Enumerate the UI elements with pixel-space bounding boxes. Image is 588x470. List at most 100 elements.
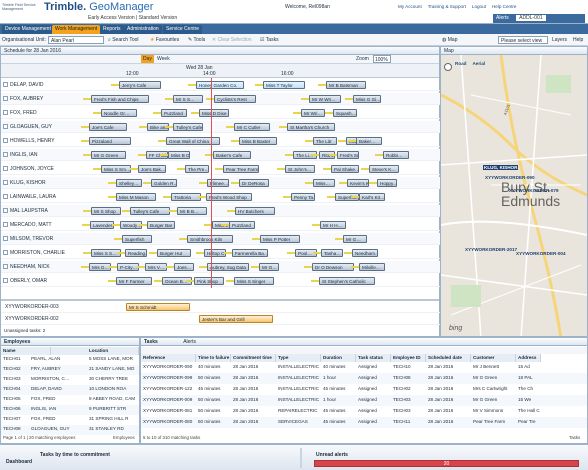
map-compass-icon[interactable] [444, 63, 452, 71]
row-checkbox[interactable] [3, 152, 8, 157]
job-block[interactable]: Hoppy… [377, 179, 397, 187]
job-block[interactable]: Pink Shop [194, 277, 224, 285]
task-col-header[interactable]: Type [276, 354, 321, 362]
job-block[interactable]: Mr Wri… [301, 109, 325, 117]
map-tab-aerial[interactable]: Aerial [472, 61, 485, 66]
job-block[interactable]: Miss… [313, 179, 335, 187]
tab-service-centre[interactable]: Service Centre [163, 25, 203, 34]
job-block[interactable]: Mr W Wri… [309, 95, 341, 103]
job-block[interactable]: Farmerella Ba… [232, 249, 268, 257]
job-block[interactable]: Steve's K… [369, 165, 399, 173]
schedule-row[interactable]: MAL LAUPSTRA Mr S Shop Tulley's Cafe Mr B B… [1, 205, 441, 217]
schedule-row[interactable]: FOX, FRED Noodle Gr… Puzzland Miss D Dixe Mr… [1, 107, 441, 119]
search-tool-button[interactable]: ⌕ Search Tool [108, 36, 139, 44]
employee-row[interactable]: TECH01 PEARL, ALAN 5 MOSS LANE, MOR [1, 355, 139, 365]
job-block[interactable]: Pal Shake… [331, 165, 359, 173]
day-button[interactable]: Day [141, 55, 154, 63]
schedule-row[interactable]: NEEDHAM, NICK Mrs G… P-City… Mrs V… Joes… Aub… [1, 261, 441, 273]
job-block[interactable]: Joe's Bak… [138, 165, 166, 173]
row-checkbox[interactable] [3, 194, 8, 199]
employee-row[interactable]: TECH06 INGLIS, IAN 9 PURBRITT STR [1, 405, 139, 415]
tools-button[interactable]: ✎ Tools [188, 36, 205, 44]
task-row[interactable]: XYYWORKORDER-080 50 minutes 28 Jan 2016 SER… [141, 417, 587, 428]
unassigned-row[interactable]: XYYWORKORDER-002 Jester's Bar and Grill [1, 313, 441, 325]
row-checkbox[interactable] [3, 124, 8, 129]
job-block[interactable]: Karl's Kit… [359, 193, 385, 201]
job-block[interactable]: Trattoria [171, 193, 201, 201]
job-block[interactable]: Joe's Cafe [89, 123, 127, 131]
job-block[interactable]: Golden R… [151, 179, 177, 187]
job-block[interactable]: Lavender… [90, 221, 114, 229]
task-row[interactable]: XYYWORKORDER-009 50 minutes 28 Jan 2016 INS… [141, 395, 587, 406]
task-col-header[interactable]: Duration [321, 354, 356, 362]
job-block[interactable]: Kevin's K… [347, 179, 369, 187]
job-block[interactable]: Penny Ta… [291, 193, 315, 201]
job-block[interactable]: Needham… [352, 249, 378, 257]
map-marker-task[interactable]: XYYWORKORDER-090 [485, 175, 535, 180]
job-block[interactable]: Fred's Sn… [337, 151, 359, 159]
job-block[interactable]: St Stephen's Catholic [319, 277, 375, 285]
job-block[interactable]: Pear Tree Farm [223, 165, 259, 173]
clear-selection-button[interactable]: ✕ Clear Selection [212, 36, 252, 44]
layers-button[interactable]: Layers [552, 36, 567, 44]
job-block[interactable]: Mr S S… [173, 95, 203, 103]
schedule-row[interactable]: LAINWAILE, LAURA Miss M Mason Trattoria Fre… [1, 191, 441, 203]
job-block[interactable]: Miss D Dixe [199, 109, 229, 117]
job-block[interactable]: Mr B B… [177, 207, 207, 215]
job-block[interactable]: HV Butchers [235, 207, 275, 215]
row-checkbox[interactable] [3, 208, 8, 213]
job-block[interactable]: Mr B Batsman [326, 81, 366, 89]
job-block[interactable]: Miss T Taylor [263, 81, 305, 89]
row-checkbox[interactable] [3, 264, 8, 269]
unassigned-job[interactable]: Jester's Bar and Grill [199, 315, 273, 323]
job-block[interactable]: Fred's Wood Shop [206, 193, 252, 201]
job-block[interactable]: Mr H H… [320, 221, 346, 229]
job-block[interactable]: Miss B Baxter [239, 137, 277, 145]
emp-col-location[interactable]: Location [51, 347, 139, 355]
task-row[interactable]: XYYWORKORDER-090 40 minutes 28 Jan 2016 INS… [141, 362, 587, 373]
job-block[interactable]: The Pre… [185, 165, 209, 173]
schedule-row[interactable]: OBERLY, OMAR Mr F Farmer Ocean B… Pink Shop… [1, 275, 441, 287]
map-marker-employee[interactable]: KLUG, KISHOR [483, 165, 519, 170]
task-col-header[interactable]: Employee ID [391, 354, 426, 362]
job-block[interactable]: Noodle Gr… [101, 109, 137, 117]
job-block[interactable]: Dr DeRosa [239, 179, 269, 187]
schedule-row[interactable]: MERCADO, MATTLavender…Woody…Burger BarMi… [1, 219, 441, 231]
employee-row[interactable]: TECH03 MORRISTON, C… 30 CHERRY TREE [1, 375, 139, 385]
job-block[interactable]: Superfish [122, 235, 152, 243]
row-checkbox[interactable] [3, 166, 8, 171]
schedule-row[interactable]: INGLIS, IANMr G GreenFF Chick…Miss B O…B… [1, 149, 441, 161]
help-centre-link[interactable]: Help Centre [492, 4, 517, 9]
task-col-header[interactable]: Scheduled date [426, 354, 471, 362]
employee-row[interactable]: TECH05 FOX, FRED 9 ABBEY ROAD, CAM [1, 395, 139, 405]
tab-reports[interactable]: Reports [100, 25, 124, 34]
job-block[interactable]: Miss S Sm… [101, 165, 131, 173]
job-block[interactable]: Shelley… [116, 179, 142, 187]
job-block[interactable]: Reading… [125, 249, 147, 257]
job-block[interactable]: Mrs G… [89, 263, 111, 271]
schedule-row[interactable]: GLOAGUEN, GUYJoe's CafeBike and…Tulley's… [1, 121, 441, 133]
job-block[interactable]: Aubrey, Sug Data [207, 263, 249, 271]
org-unit-select[interactable]: Alan Pearl [48, 36, 104, 44]
employee-row[interactable]: TECH08 GLOAGUEN, GUY 31 STANLEY RD [1, 425, 139, 435]
task-col-header[interactable]: Address [516, 354, 541, 362]
task-row[interactable]: XYYWORKORDER-099 50 minutes 28 Jan 2016 INS… [141, 373, 587, 384]
job-block[interactable]: Baker… [356, 137, 382, 145]
row-checkbox[interactable] [3, 278, 8, 283]
job-block[interactable]: Pizzaland [89, 137, 131, 145]
row-checkbox[interactable] [3, 82, 8, 87]
job-block[interactable]: Mrs V… [145, 263, 167, 271]
job-block[interactable]: Joes… [174, 263, 194, 271]
job-block[interactable]: The Litr [313, 137, 337, 145]
job-block[interactable]: Tulley's Cafe [130, 207, 170, 215]
map-panel[interactable]: Map Road Aerial Bury St. Edmunds KLUG, K… [440, 46, 588, 337]
week-button[interactable]: Week [157, 55, 170, 63]
row-checkbox[interactable] [3, 110, 8, 115]
job-block[interactable]: St Martha's Church [287, 123, 335, 131]
row-checkbox[interactable] [3, 250, 8, 255]
job-block[interactable]: Mr C Cutler [234, 123, 270, 131]
map-marker-task[interactable]: XYYWORKORDER-004 [516, 251, 566, 256]
task-col-header[interactable]: Customer [471, 354, 516, 362]
employee-row[interactable]: TECH07 FOX, FRED 31 SPRING HILL R [1, 415, 139, 425]
map-tab-road[interactable]: Road [455, 61, 466, 66]
